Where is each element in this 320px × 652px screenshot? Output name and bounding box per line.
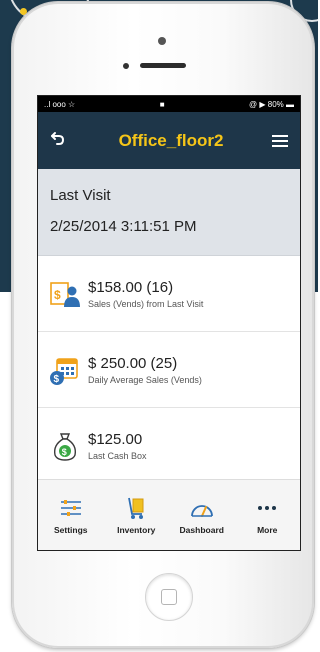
metric-description: Daily Average Sales (Vends) xyxy=(88,374,202,385)
metric-description: Sales (Vends) from Last Visit xyxy=(88,298,204,309)
metric-value: $158.00 (16) xyxy=(88,278,174,296)
bottom-tab-bar: Settings Inventory Dashboard More xyxy=(38,479,300,550)
sales-person-icon: $ xyxy=(48,277,82,311)
metric-value: $ 250.00 (25) xyxy=(88,354,178,372)
page-title: Office_floor2 xyxy=(118,130,224,150)
svg-text:$: $ xyxy=(54,374,60,385)
money-bag-icon: $ xyxy=(48,429,82,463)
inventory-cart-icon xyxy=(122,496,150,520)
more-dots-icon xyxy=(253,496,281,520)
last-visit-label: Last Visit xyxy=(50,187,111,204)
front-camera xyxy=(123,63,129,69)
svg-text:$: $ xyxy=(54,288,61,302)
app-screen: ..l ooo ☆ ■ @ ▶ 80% ▬ Office_floor2 Last… xyxy=(38,96,300,550)
carrier-signal: ..l ooo ☆ xyxy=(44,99,76,109)
settings-sliders-icon xyxy=(57,496,85,520)
svg-text:$: $ xyxy=(62,447,67,457)
tab-more[interactable]: More xyxy=(235,480,301,550)
metric-row-sales[interactable]: $ $158.00 (16) Sales (Vends) from Last V… xyxy=(38,256,300,332)
tab-dashboard[interactable]: Dashboard xyxy=(169,480,235,550)
battery-status: @ ▶ 80% ▬ xyxy=(249,99,294,109)
app-header: Office_floor2 xyxy=(38,112,300,169)
metric-description: Last Cash Box xyxy=(88,450,147,461)
last-visit-panel: Last Visit 2/25/2014 3:11:51 PM xyxy=(38,169,300,256)
sensor-dot xyxy=(158,37,166,45)
tab-inventory[interactable]: Inventory xyxy=(104,480,170,550)
tab-label: Settings xyxy=(53,524,88,535)
earpiece-speaker xyxy=(140,63,186,68)
calendar-dollar-icon: $ xyxy=(48,353,82,387)
home-button[interactable] xyxy=(145,573,193,621)
status-bar: ..l ooo ☆ ■ @ ▶ 80% ▬ xyxy=(38,96,300,112)
tab-label: Dashboard xyxy=(179,524,224,535)
tab-label: More xyxy=(257,524,278,535)
tab-label: Inventory xyxy=(117,524,156,535)
last-visit-datetime: 2/25/2014 3:11:51 PM xyxy=(50,218,197,235)
metric-value: $125.00 xyxy=(88,430,143,448)
dashboard-gauge-icon xyxy=(188,496,216,520)
lock-icon: ■ xyxy=(159,99,165,109)
metric-row-cash-box[interactable]: $ $125.00 Last Cash Box xyxy=(38,408,300,484)
tab-settings[interactable]: Settings xyxy=(38,480,104,550)
metric-row-daily-average[interactable]: $ $ 250.00 (25) Daily Average Sales (Ven… xyxy=(38,332,300,408)
back-arrow-icon[interactable] xyxy=(50,130,70,151)
hamburger-menu-icon[interactable] xyxy=(271,134,288,147)
